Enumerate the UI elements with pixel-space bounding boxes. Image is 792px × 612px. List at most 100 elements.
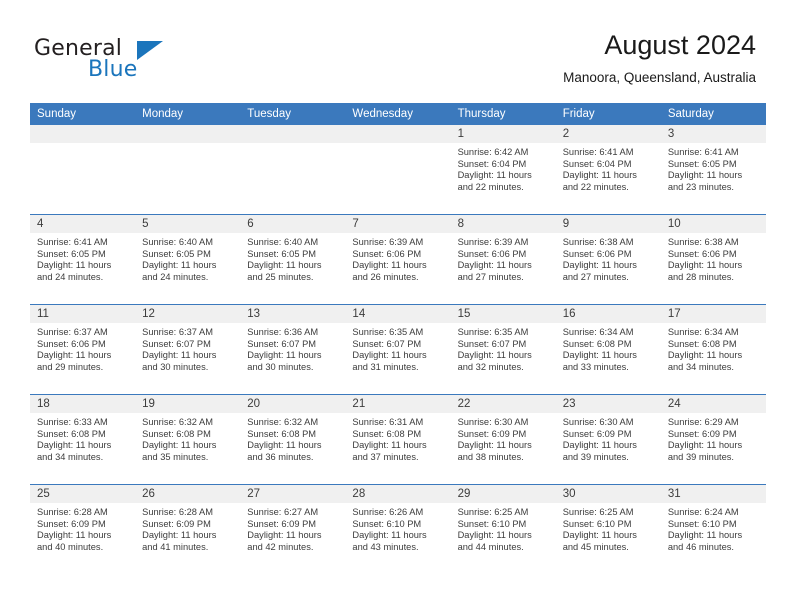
day-sun-info: Sunrise: 6:39 AM Sunset: 6:06 PM Daylight:…	[345, 233, 450, 283]
daylight-duration-line1: Daylight: 11 hours	[562, 440, 637, 451]
daylight-duration-line2: and 24 minutes.	[37, 271, 104, 282]
calendar-day-cell[interactable]: 18 Sunrise: 6:33 AM Sunset: 6:08 PM Dayligh…	[30, 394, 136, 485]
calendar-day-cell[interactable]: 1 Sunrise: 6:42 AM Sunset: 6:04 PM Daylight…	[450, 125, 556, 215]
calendar-day-cell[interactable]: 17 Sunrise: 6:34 AM Sunset: 6:08 PM Dayligh…	[660, 304, 766, 395]
sunset-time: Sunset: 6:04 PM	[562, 158, 632, 169]
page-header: General Blue August 2024 Manoora, Queens…	[0, 0, 792, 103]
sunrise-time: Sunrise: 6:25 AM	[562, 507, 634, 517]
calendar-day-cell[interactable]: 27 Sunrise: 6:27 AM Sunset: 6:09 PM Dayligh…	[240, 484, 346, 574]
calendar-day-cell[interactable]: 6 Sunrise: 6:40 AM Sunset: 6:05 PM Daylight…	[240, 214, 346, 305]
calendar-day-cell[interactable]: 10 Sunrise: 6:38 AM Sunset: 6:06 PM Dayligh…	[660, 214, 766, 305]
calendar-day-cell[interactable]: 25 Sunrise: 6:28 AM Sunset: 6:09 PM Dayligh…	[30, 484, 136, 574]
daylight-duration-line1: Daylight: 11 hours	[562, 530, 637, 541]
day-box: 22 Sunrise: 6:30 AM Sunset: 6:09 PM Dayligh…	[450, 395, 556, 484]
sunrise-time: Sunrise: 6:39 AM	[457, 237, 529, 247]
calendar-day-cell[interactable]: 20 Sunrise: 6:32 AM Sunset: 6:08 PM Dayligh…	[240, 394, 346, 485]
sunset-time: Sunset: 6:06 PM	[457, 248, 527, 259]
calendar-day-cell[interactable]: 5 Sunrise: 6:40 AM Sunset: 6:05 PM Daylight…	[135, 214, 241, 305]
calendar-day-cell[interactable]: 15 Sunrise: 6:35 AM Sunset: 6:07 PM Dayligh…	[450, 304, 556, 395]
day-number: 26	[135, 485, 241, 503]
sunrise-time: Sunrise: 6:40 AM	[247, 237, 319, 247]
daylight-duration-line1: Daylight: 11 hours	[142, 530, 217, 541]
calendar-day-cell[interactable]: 21 Sunrise: 6:31 AM Sunset: 6:08 PM Dayligh…	[345, 394, 451, 485]
daylight-duration-line1: Daylight: 11 hours	[667, 170, 743, 181]
calendar-day-cell[interactable]: 23 Sunrise: 6:30 AM Sunset: 6:09 PM Dayligh…	[555, 394, 661, 485]
calendar-day-cell[interactable]: 30 Sunrise: 6:25 AM Sunset: 6:10 PM Dayligh…	[555, 484, 661, 574]
day-box: 25 Sunrise: 6:28 AM Sunset: 6:09 PM Dayligh…	[30, 485, 136, 574]
day-number: 4	[30, 215, 136, 233]
sunrise-time: Sunrise: 6:33 AM	[37, 417, 108, 427]
calendar-day-cell[interactable]: 12 Sunrise: 6:37 AM Sunset: 6:07 PM Dayligh…	[135, 304, 241, 395]
sunrise-sunset-calendar: Sunday Monday Tuesday Wednesday Thursday Frid…	[30, 103, 766, 574]
weekday-header-friday: Friday	[555, 103, 661, 125]
calendar-week-row: 18 Sunrise: 6:33 AM Sunset: 6:08 PM Dayligh…	[30, 394, 766, 485]
daylight-duration-line2: and 43 minutes.	[352, 541, 419, 552]
calendar-day-cell[interactable]: 8 Sunrise: 6:39 AM Sunset: 6:06 PM Daylight…	[450, 214, 556, 305]
sunrise-time: Sunrise: 6:26 AM	[352, 507, 424, 517]
sunset-time: Sunset: 6:08 PM	[142, 428, 211, 439]
daylight-duration-line1: Daylight: 11 hours	[667, 440, 743, 451]
calendar-cell-empty	[240, 125, 346, 215]
sunset-time: Sunset: 6:08 PM	[667, 338, 737, 349]
sunset-time: Sunset: 6:09 PM	[667, 428, 737, 439]
calendar-day-cell[interactable]: 4 Sunrise: 6:41 AM Sunset: 6:05 PM Daylight…	[30, 214, 136, 305]
day-sun-info: Sunrise: 6:41 AM Sunset: 6:05 PM Daylight:…	[30, 233, 135, 283]
sunrise-time: Sunrise: 6:28 AM	[142, 507, 213, 517]
sunset-time: Sunset: 6:05 PM	[142, 248, 211, 259]
calendar-week-row: 1 Sunrise: 6:42 AM Sunset: 6:04 PM Daylight…	[30, 125, 766, 215]
daylight-duration-line2: and 27 minutes.	[562, 271, 629, 282]
weekday-header-sunday: Sunday	[30, 103, 136, 125]
daylight-duration-line1: Daylight: 11 hours	[37, 260, 112, 271]
calendar-day-cell[interactable]: 11 Sunrise: 6:37 AM Sunset: 6:06 PM Dayligh…	[30, 304, 136, 395]
day-number: 1	[450, 125, 556, 143]
sunrise-time: Sunrise: 6:27 AM	[247, 507, 319, 517]
day-number: 11	[30, 305, 136, 323]
day-number: 21	[345, 395, 451, 413]
calendar-day-cell[interactable]: 16 Sunrise: 6:34 AM Sunset: 6:08 PM Dayligh…	[555, 304, 661, 395]
calendar-day-cell[interactable]: 2 Sunrise: 6:41 AM Sunset: 6:04 PM Daylight…	[555, 125, 661, 215]
calendar-day-cell[interactable]: 19 Sunrise: 6:32 AM Sunset: 6:08 PM Dayligh…	[135, 394, 241, 485]
day-box: 20 Sunrise: 6:32 AM Sunset: 6:08 PM Dayligh…	[240, 395, 346, 484]
calendar-cell-empty	[345, 125, 451, 215]
calendar-day-cell[interactable]: 14 Sunrise: 6:35 AM Sunset: 6:07 PM Dayligh…	[345, 304, 451, 395]
daylight-duration-line1: Daylight: 11 hours	[562, 170, 637, 181]
calendar-day-cell[interactable]: 31 Sunrise: 6:24 AM Sunset: 6:10 PM Dayligh…	[660, 484, 766, 574]
daylight-duration-line2: and 37 minutes.	[352, 451, 419, 462]
day-sun-info: Sunrise: 6:37 AM Sunset: 6:06 PM Daylight:…	[30, 323, 135, 373]
day-number: 22	[450, 395, 556, 413]
sunrise-time: Sunrise: 6:30 AM	[457, 417, 529, 427]
daylight-duration-line2: and 39 minutes.	[562, 451, 629, 462]
calendar-day-cell[interactable]: 26 Sunrise: 6:28 AM Sunset: 6:09 PM Dayligh…	[135, 484, 241, 574]
calendar-day-cell[interactable]: 22 Sunrise: 6:30 AM Sunset: 6:09 PM Dayligh…	[450, 394, 556, 485]
day-sun-info: Sunrise: 6:35 AM Sunset: 6:07 PM Daylight:…	[345, 323, 450, 373]
sunset-time: Sunset: 6:08 PM	[352, 428, 422, 439]
calendar-day-cell[interactable]: 9 Sunrise: 6:38 AM Sunset: 6:06 PM Daylight…	[555, 214, 661, 305]
calendar-page: General Blue August 2024 Manoora, Queens…	[0, 0, 792, 612]
calendar-day-cell[interactable]: 28 Sunrise: 6:26 AM Sunset: 6:10 PM Dayligh…	[345, 484, 451, 574]
day-number: 16	[555, 305, 661, 323]
day-box: 28 Sunrise: 6:26 AM Sunset: 6:10 PM Dayligh…	[345, 485, 451, 574]
sunset-time: Sunset: 6:06 PM	[37, 338, 106, 349]
calendar-day-cell[interactable]: 24 Sunrise: 6:29 AM Sunset: 6:09 PM Dayligh…	[660, 394, 766, 485]
daylight-duration-line1: Daylight: 11 hours	[457, 440, 532, 451]
day-sun-info: Sunrise: 6:30 AM Sunset: 6:09 PM Daylight:…	[556, 413, 661, 463]
day-number: 29	[450, 485, 556, 503]
daylight-duration-line1: Daylight: 11 hours	[247, 350, 322, 361]
day-box: 29 Sunrise: 6:25 AM Sunset: 6:10 PM Dayligh…	[450, 485, 556, 574]
daylight-duration-line1: Daylight: 11 hours	[247, 530, 322, 541]
day-sun-info: Sunrise: 6:38 AM Sunset: 6:06 PM Daylight:…	[556, 233, 661, 283]
sunset-time: Sunset: 6:07 PM	[142, 338, 211, 349]
calendar-day-cell[interactable]: 29 Sunrise: 6:25 AM Sunset: 6:10 PM Dayligh…	[450, 484, 556, 574]
sunrise-time: Sunrise: 6:38 AM	[562, 237, 634, 247]
daylight-duration-line2: and 22 minutes.	[562, 181, 629, 192]
sunset-time: Sunset: 6:06 PM	[352, 248, 422, 259]
sunrise-time: Sunrise: 6:31 AM	[352, 417, 424, 427]
day-box: 5 Sunrise: 6:40 AM Sunset: 6:05 PM Daylight…	[135, 215, 241, 304]
daylight-duration-line2: and 45 minutes.	[562, 541, 629, 552]
daylight-duration-line2: and 36 minutes.	[247, 451, 314, 462]
calendar-day-cell[interactable]: 7 Sunrise: 6:39 AM Sunset: 6:06 PM Daylight…	[345, 214, 451, 305]
title-block: August 2024 Manoora, Queensland, Austral…	[563, 29, 756, 88]
brand-logo[interactable]: General Blue	[34, 36, 214, 88]
calendar-day-cell[interactable]: 13 Sunrise: 6:36 AM Sunset: 6:07 PM Dayligh…	[240, 304, 346, 395]
calendar-day-cell[interactable]: 3 Sunrise: 6:41 AM Sunset: 6:05 PM Daylight…	[660, 125, 766, 215]
